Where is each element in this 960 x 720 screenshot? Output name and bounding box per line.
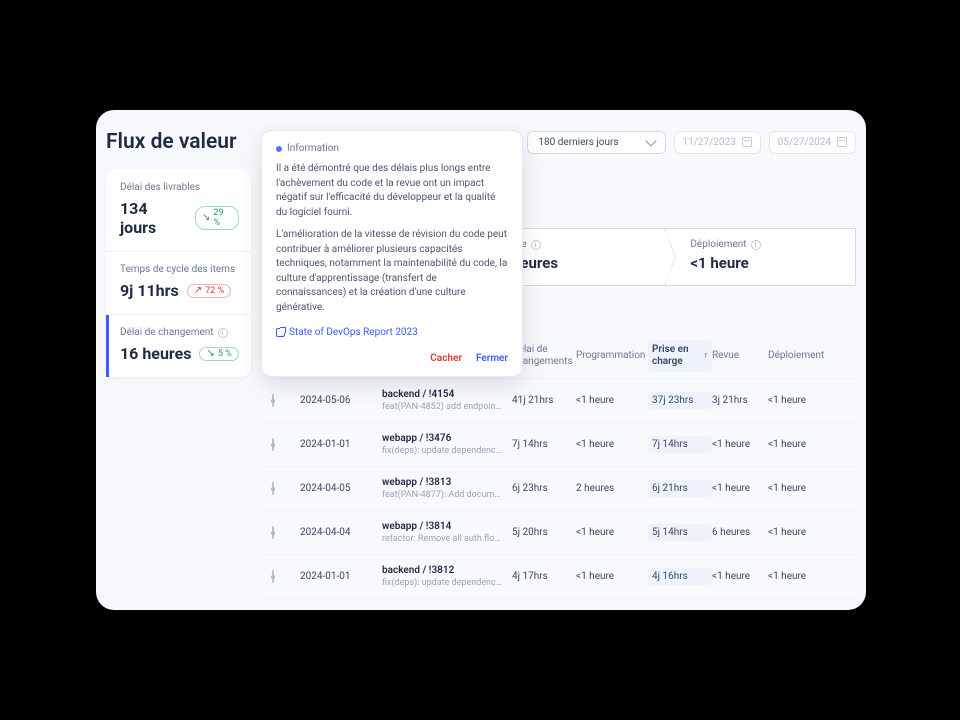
view-icon[interactable] bbox=[272, 482, 274, 495]
metric-value: 16 heures bbox=[120, 344, 191, 363]
table-row: 2024-01-09webapp / !3489feat(PAN-4512): … bbox=[266, 598, 856, 600]
cell-date: 2024-04-04 bbox=[300, 527, 382, 538]
metric-change-delay[interactable]: Délai de changement i 16 heures ↘ 5 % bbox=[106, 315, 251, 377]
cell-delay: 6j 23hrs bbox=[512, 483, 576, 494]
arrow-down-icon: ↘ bbox=[202, 213, 210, 223]
metric-value: 134 jours bbox=[120, 199, 187, 237]
cell-date: 2024-04-05 bbox=[300, 483, 382, 494]
date-end[interactable]: 05/27/2024 bbox=[769, 131, 856, 154]
arrow-up-icon: ↗ bbox=[194, 286, 202, 296]
cell-prog: 2 heures bbox=[576, 483, 648, 494]
cell-date: 2024-05-06 bbox=[300, 395, 382, 406]
view-icon[interactable] bbox=[272, 438, 274, 451]
external-link-icon bbox=[276, 328, 285, 337]
cell-pickup: 37j 23hrs bbox=[648, 392, 712, 409]
cell-delay: 5j 20hrs bbox=[512, 527, 576, 538]
col-review[interactable]: Revue bbox=[712, 350, 768, 362]
cell-pickup: 4j 16hrs bbox=[648, 568, 712, 585]
metric-deliverable-delay[interactable]: Délai des livrables 134 jours ↘ 29 % bbox=[106, 170, 251, 252]
cell-date: 2024-01-01 bbox=[300, 439, 382, 450]
cell-code-review[interactable]: webapp / !3813feat(PAN-4877): Add docume… bbox=[382, 477, 512, 500]
popover-body: Il a été démontré que des délais plus lo… bbox=[276, 162, 508, 315]
cell-review: <1 heure bbox=[712, 483, 768, 494]
cell-deploy: <1 heure bbox=[768, 527, 838, 538]
date-start-value: 11/27/2023 bbox=[683, 137, 736, 148]
col-deploy[interactable]: Déploiement bbox=[768, 350, 838, 362]
table-row: 2024-01-01webapp / !3476fix(deps): updat… bbox=[266, 422, 856, 466]
cell-review: 6 heures bbox=[712, 527, 768, 538]
info-popover: Information Il a été démontré que des dé… bbox=[261, 130, 523, 377]
col-pickup-sorted[interactable]: Prise en charge ↑ bbox=[648, 340, 712, 372]
col-programming[interactable]: Programmation bbox=[576, 350, 648, 362]
cell-deploy: <1 heure bbox=[768, 395, 838, 406]
cell-date: 2024-01-01 bbox=[300, 571, 382, 582]
metric-label: Temps de cycle des items bbox=[120, 264, 239, 275]
trend-badge: ↗ 72 % bbox=[187, 284, 231, 298]
range-label: 180 derniers jours bbox=[538, 137, 618, 148]
table-row: 2024-01-01backend / !3812fix(deps): upda… bbox=[266, 554, 856, 598]
cell-code-review[interactable]: webapp / !3476fix(deps): update dependen… bbox=[382, 433, 512, 456]
metric-value: 9j 11hrs bbox=[120, 281, 179, 300]
cell-code-review[interactable]: backend / !4154feat(PAN-4852) add endpoi… bbox=[382, 389, 512, 412]
cell-delay: 4j 17hrs bbox=[512, 571, 576, 582]
stage-value: <1 heure bbox=[690, 254, 841, 272]
cell-code-review[interactable]: backend / !3812fix(deps): update depende… bbox=[382, 565, 512, 588]
date-end-value: 05/27/2024 bbox=[778, 137, 831, 148]
view-icon[interactable] bbox=[272, 570, 274, 583]
cell-review: <1 heure bbox=[712, 571, 768, 582]
stage-deploy[interactable]: Déploiementi <1 heure bbox=[665, 228, 856, 286]
table-body: 2024-05-06backend / !4154feat(PAN-4852) … bbox=[266, 378, 856, 600]
calendar-icon bbox=[742, 137, 752, 147]
cell-review: <1 heure bbox=[712, 439, 768, 450]
view-icon[interactable] bbox=[272, 394, 274, 407]
cell-deploy: <1 heure bbox=[768, 571, 838, 582]
table-row: 2024-04-05webapp / !3813feat(PAN-4877): … bbox=[266, 466, 856, 510]
cell-prog: <1 heure bbox=[576, 571, 648, 582]
cell-pickup: 6j 21hrs bbox=[648, 480, 712, 497]
info-icon[interactable]: i bbox=[751, 240, 761, 250]
chevron-down-icon bbox=[645, 135, 656, 146]
popover-actions: Cacher Fermer bbox=[276, 353, 508, 364]
cell-pickup: 5j 14hrs bbox=[648, 524, 712, 541]
popover-hide-button[interactable]: Cacher bbox=[430, 353, 462, 364]
cell-delay: 7j 14hrs bbox=[512, 439, 576, 450]
metric-cycle-time[interactable]: Temps de cycle des items 9j 11hrs ↗ 72 % bbox=[106, 252, 251, 315]
page-title: Flux de valeur bbox=[106, 130, 237, 154]
bullet-icon bbox=[276, 146, 282, 152]
info-icon[interactable]: i bbox=[531, 240, 541, 250]
arrow-down-icon: ↘ bbox=[206, 349, 214, 359]
cell-pickup: 7j 14hrs bbox=[648, 436, 712, 453]
cell-review: 3j 21hrs bbox=[712, 395, 768, 406]
cell-delay: 41j 21hrs bbox=[512, 395, 576, 406]
trend-badge: ↘ 29 % bbox=[195, 206, 239, 230]
date-start[interactable]: 11/27/2023 bbox=[674, 131, 761, 154]
table-row: 2024-05-06backend / !4154feat(PAN-4852) … bbox=[266, 378, 856, 422]
trend-badge: ↘ 5 % bbox=[199, 347, 238, 361]
cell-prog: <1 heure bbox=[576, 439, 648, 450]
cell-code-review[interactable]: webapp / !3814refactor: Remove all auth … bbox=[382, 521, 512, 544]
sort-asc-icon: ↑ bbox=[704, 351, 709, 362]
cell-prog: <1 heure bbox=[576, 395, 648, 406]
cell-deploy: <1 heure bbox=[768, 439, 838, 450]
app-window: Flux de valeur 180 derniers jours 11/27/… bbox=[96, 110, 866, 610]
calendar-icon bbox=[837, 137, 847, 147]
popover-header: Information bbox=[276, 143, 508, 154]
popover-report-link[interactable]: State of DevOps Report 2023 bbox=[276, 327, 418, 338]
view-icon[interactable] bbox=[272, 526, 274, 539]
range-select[interactable]: 180 derniers jours bbox=[527, 131, 665, 154]
table-row: 2024-04-04webapp / !3814refactor: Remove… bbox=[266, 510, 856, 554]
metric-label: Délai des livrables bbox=[120, 182, 239, 193]
popover-close-button[interactable]: Fermer bbox=[476, 353, 508, 364]
cell-prog: <1 heure bbox=[576, 527, 648, 538]
metric-label: Délai de changement i bbox=[120, 327, 239, 338]
info-icon[interactable]: i bbox=[218, 328, 228, 338]
header-controls: 180 derniers jours 11/27/2023 05/27/2024 bbox=[527, 131, 856, 154]
metrics-sidebar: Délai des livrables 134 jours ↘ 29 % Tem… bbox=[106, 170, 251, 377]
cell-deploy: <1 heure bbox=[768, 483, 838, 494]
